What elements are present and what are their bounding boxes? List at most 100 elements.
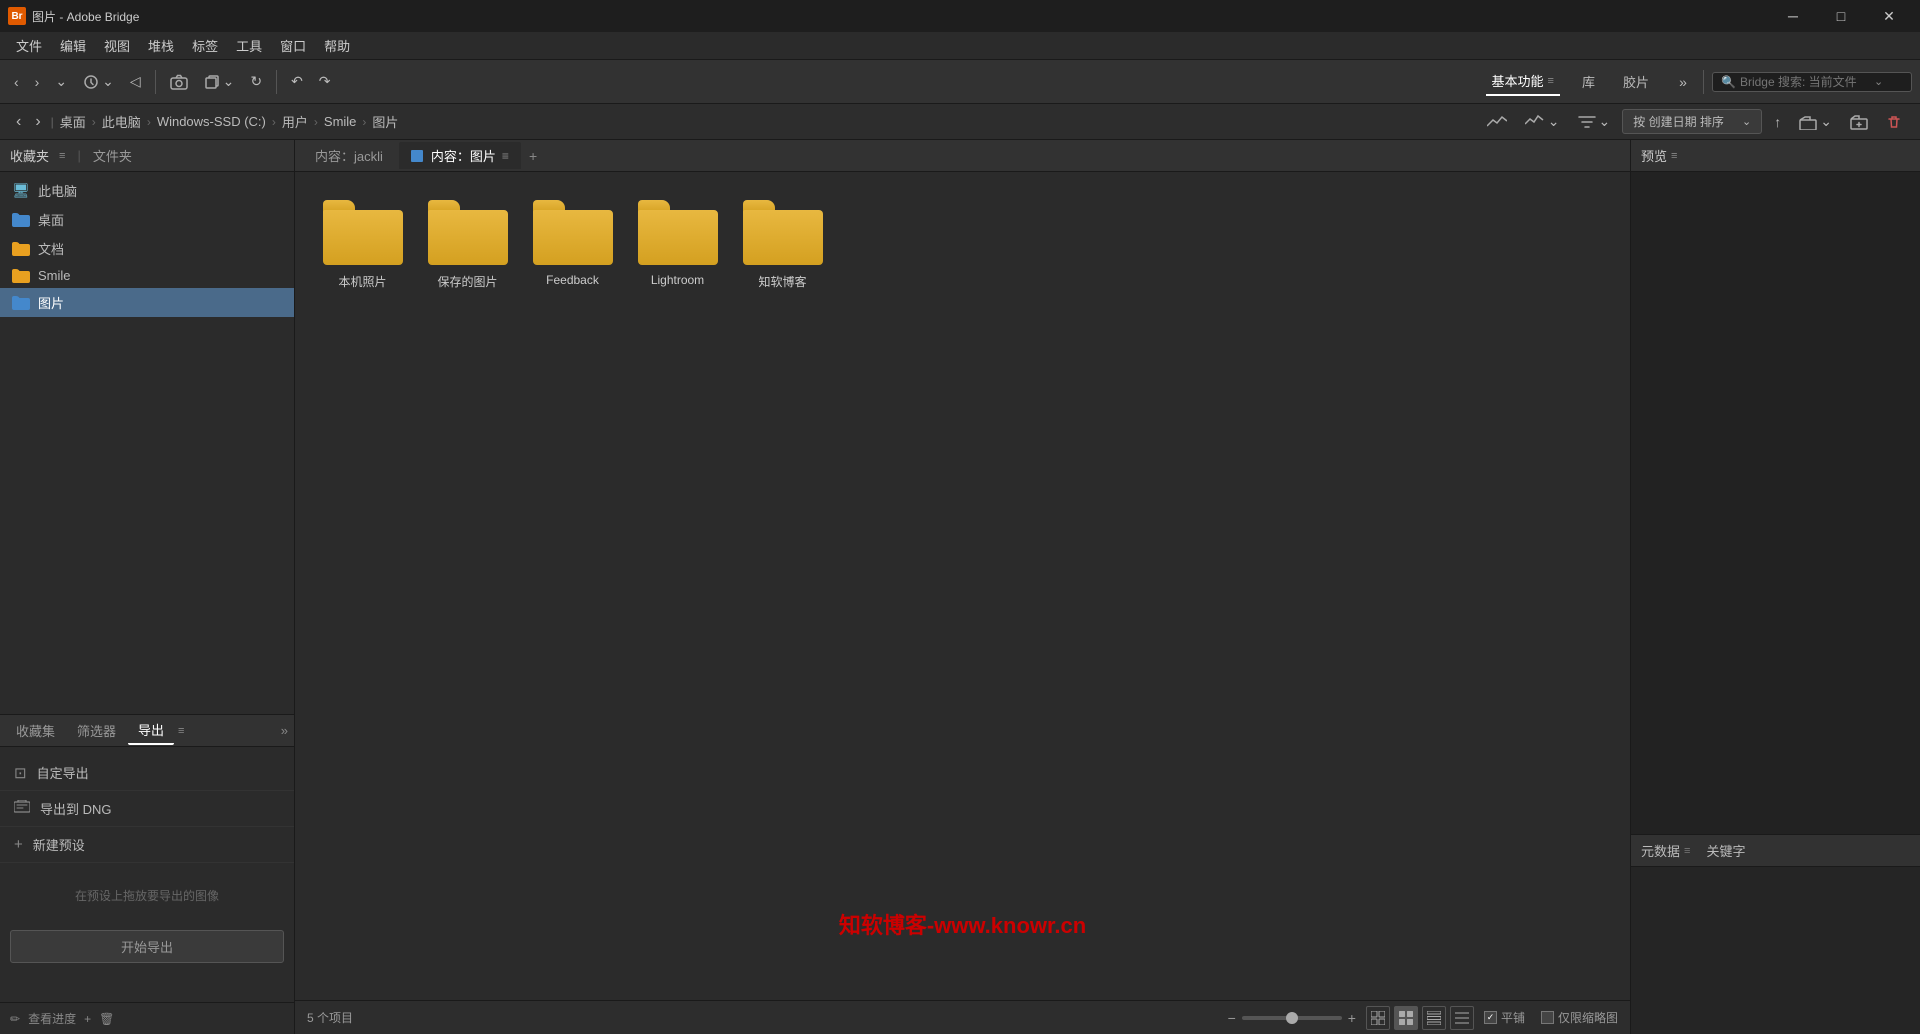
sidebar-item-label-smile: Smile — [38, 268, 71, 283]
search-input[interactable] — [1740, 75, 1870, 89]
menu-file[interactable]: 文件 — [8, 32, 50, 59]
workspace-basic[interactable]: 基本功能 ≡ — [1486, 67, 1560, 96]
redo-button[interactable]: ↷ — [313, 68, 337, 96]
sidebar-item-desktop[interactable]: 桌面 — [0, 205, 294, 234]
camera-button[interactable] — [164, 68, 194, 96]
export-item-new-preset[interactable]: + 新建预设 — [0, 827, 294, 863]
tab-menu-icon[interactable]: ≡ — [502, 149, 509, 163]
quality-dropdown[interactable]: ⌄ — [1519, 108, 1566, 136]
tab-add-button[interactable]: + — [525, 146, 541, 166]
sidebar-item-computer[interactable]: 🖥 此电脑 — [0, 176, 294, 205]
menu-edit[interactable]: 编辑 — [52, 32, 94, 59]
tab-collections[interactable]: 收藏集 — [6, 717, 65, 744]
tab-jackli[interactable]: 内容：jackli — [303, 142, 395, 169]
view-list-button[interactable] — [1422, 1006, 1446, 1030]
metadata-section: 元数据 ≡ 关键字 — [1631, 834, 1920, 1034]
watermark: 知软博客-www.knowr.cn — [839, 908, 1086, 940]
view-progress-label[interactable]: 查看进度 — [28, 1010, 76, 1027]
history-button[interactable]: ⌄ — [77, 68, 120, 96]
sort-direction-button[interactable]: ↑ — [1768, 108, 1787, 136]
zoom-minus-button[interactable]: − — [1228, 1010, 1236, 1026]
new-preset-label: 新建预设 — [33, 835, 85, 854]
tab-metadata[interactable]: 元数据 ≡ — [1641, 841, 1690, 860]
delete-button[interactable] — [1880, 108, 1908, 136]
folder-view-button[interactable]: ⌄ — [1793, 108, 1838, 136]
close-button[interactable]: ✕ — [1866, 0, 1912, 32]
workspace-filmstrip[interactable]: 胶片 — [1617, 68, 1655, 95]
nav-dropdown-button[interactable]: ⌄ — [49, 68, 73, 96]
preview-header: 预览 ≡ — [1631, 140, 1920, 172]
tab-filters[interactable]: 筛选器 — [67, 717, 126, 744]
folder-yellow-icon-smile — [12, 269, 30, 283]
thumb-only-checkbox-input[interactable] — [1541, 1011, 1554, 1024]
minimize-button[interactable]: ─ — [1770, 0, 1816, 32]
menu-stack[interactable]: 堆栈 — [140, 32, 182, 59]
zoom-plus-button[interactable]: + — [1348, 1010, 1356, 1026]
sidebar-item-pictures[interactable]: 图片 — [0, 288, 294, 317]
menu-help[interactable]: 帮助 — [316, 32, 358, 59]
search-dropdown-icon[interactable]: ⌄ — [1874, 75, 1883, 88]
nav-forward-button[interactable]: › — [29, 68, 46, 96]
metadata-label: 元数据 — [1641, 841, 1680, 860]
sort-button[interactable]: 按 创建日期 排序 ⌄ — [1622, 109, 1762, 134]
breadcrumb-computer[interactable]: 此电脑 — [102, 112, 141, 131]
folder-thumb-zhiruan[interactable]: 知软博客 — [735, 192, 830, 298]
quality-icon-1[interactable] — [1481, 108, 1513, 136]
export-item-custom[interactable]: ⊡ 自定导出 — [0, 755, 294, 791]
start-export-button[interactable]: 开始导出 — [10, 930, 284, 963]
maximize-button[interactable]: □ — [1818, 0, 1864, 32]
folder-thumb-lightroom[interactable]: Lightroom — [630, 192, 725, 298]
breadcrumb-back-button[interactable]: ‹ — [12, 108, 25, 136]
breadcrumb-smile[interactable]: Smile — [324, 114, 357, 129]
workspace-more-button[interactable]: » — [1671, 70, 1695, 94]
view-grid-filled-button[interactable] — [1394, 1006, 1418, 1030]
tab-keywords[interactable]: 关键字 — [1706, 841, 1745, 860]
menu-label[interactable]: 标签 — [184, 32, 226, 59]
bottom-panel-expand-icon[interactable]: » — [281, 723, 288, 738]
metadata-menu-icon[interactable]: ≡ — [1684, 845, 1690, 857]
tab-pictures-active[interactable]: 内容：图片 ≡ — [399, 142, 521, 169]
folder-thumb-icon-lightroom — [638, 200, 718, 265]
zoom-slider[interactable] — [1242, 1016, 1342, 1020]
filter-button[interactable]: ⌄ — [1572, 108, 1617, 136]
breadcrumb-pictures[interactable]: 图片 — [372, 112, 398, 131]
remove-item-icon[interactable]: 🗑 — [99, 1012, 114, 1026]
undo-button[interactable]: ↶ — [285, 68, 309, 96]
breadcrumb-users[interactable]: 用户 — [282, 112, 308, 131]
favorites-menu-icon[interactable]: ≡ — [59, 150, 65, 162]
view-grid-button[interactable] — [1366, 1006, 1390, 1030]
breadcrumb-forward-button[interactable]: › — [31, 108, 44, 136]
flat-checkbox[interactable]: 平铺 — [1484, 1009, 1525, 1026]
flat-checkbox-input[interactable] — [1484, 1011, 1497, 1024]
thumb-only-checkbox[interactable]: 仅限缩略图 — [1541, 1009, 1618, 1026]
folder-thumb-feedback[interactable]: Feedback — [525, 192, 620, 298]
breadcrumb-drive[interactable]: Windows-SSD (C:) — [157, 114, 266, 129]
content-tabs: 内容：jackli 内容：图片 ≡ + — [295, 140, 1630, 172]
breadcrumb-desktop[interactable]: 桌面 — [60, 112, 86, 131]
refresh-button[interactable]: ↻ — [244, 68, 268, 96]
bottom-left-panel: 收藏集 筛选器 导出 ≡ » ⊡ 自定导出 导出到 DNG + — [0, 714, 294, 1034]
new-folder-button[interactable] — [1844, 108, 1874, 136]
export-item-dng[interactable]: 导出到 DNG — [0, 791, 294, 827]
tab-export[interactable]: 导出 — [128, 716, 174, 745]
toolbar-separator-3 — [1703, 70, 1704, 94]
nav-back-button[interactable]: ‹ — [8, 68, 25, 96]
folder-thumb-local-photos[interactable]: 本机照片 — [315, 192, 410, 298]
view-details-button[interactable] — [1450, 1006, 1474, 1030]
sidebar-item-documents[interactable]: 文档 — [0, 234, 294, 263]
keywords-label: 关键字 — [1706, 841, 1745, 860]
export-menu-icon[interactable]: ≡ — [178, 725, 184, 737]
folder-thumb-icon-saved — [428, 200, 508, 265]
folder-thumb-saved-photos[interactable]: 保存的图片 — [420, 192, 515, 298]
workspace-library[interactable]: 库 — [1576, 68, 1601, 95]
add-item-icon[interactable]: + — [84, 1012, 91, 1026]
search-icon: 🔍 — [1721, 75, 1736, 89]
menu-tools[interactable]: 工具 — [228, 32, 270, 59]
back-nav-button[interactable]: ◁ — [124, 68, 147, 96]
sidebar-item-smile[interactable]: Smile — [0, 263, 294, 288]
menu-window[interactable]: 窗口 — [272, 32, 314, 59]
menu-view[interactable]: 视图 — [96, 32, 138, 59]
preview-menu-icon[interactable]: ≡ — [1671, 150, 1677, 162]
folder-list: 🖥 此电脑 桌面 文档 Smile 图片 — [0, 172, 294, 321]
copy-button[interactable]: ⌄ — [198, 68, 241, 96]
